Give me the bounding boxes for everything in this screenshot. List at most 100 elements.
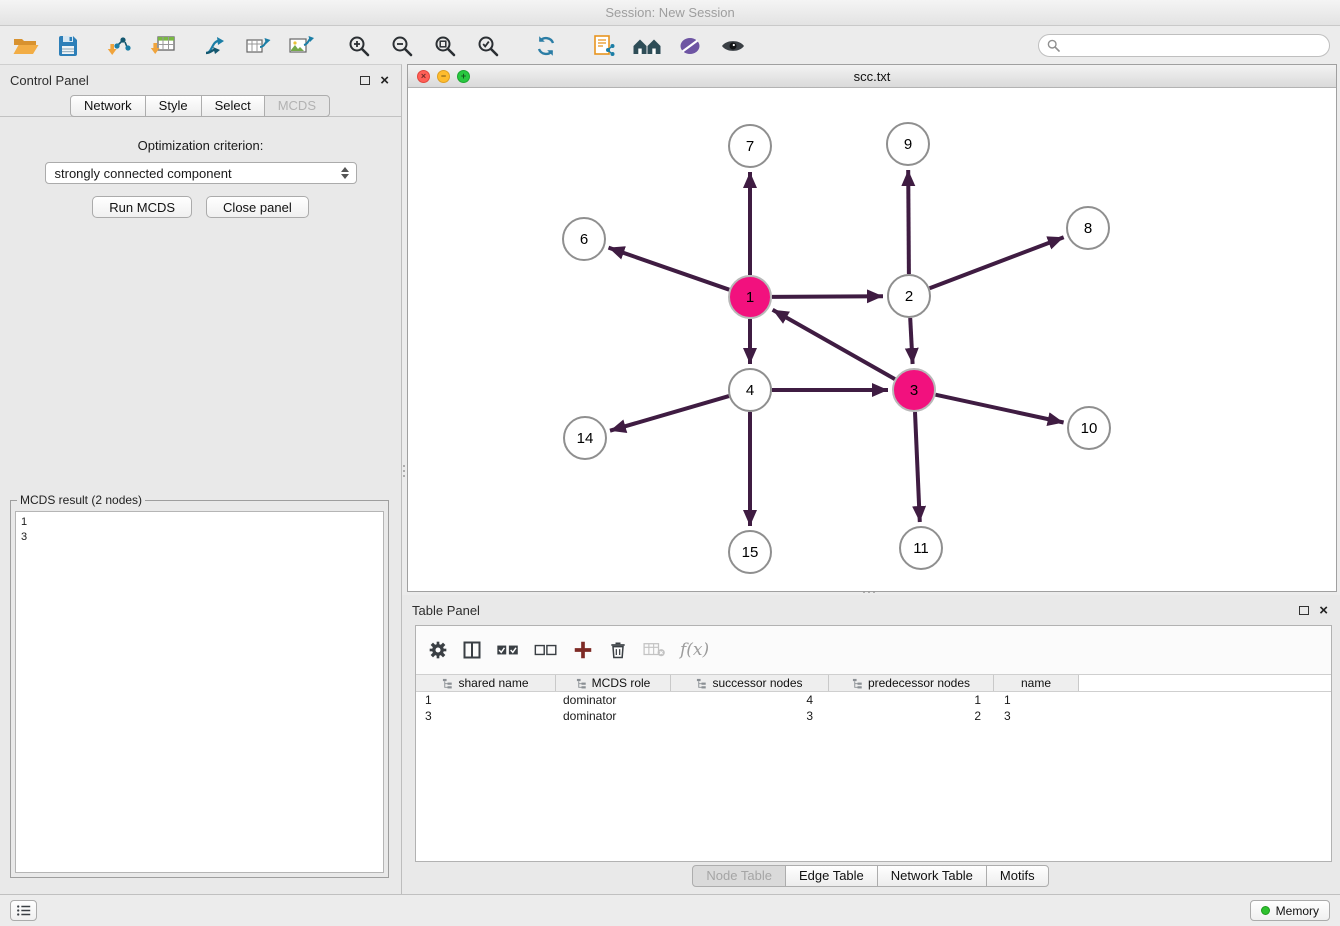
run-mcds-button[interactable]: Run MCDS bbox=[92, 196, 192, 218]
window-minimize-icon[interactable]: − bbox=[437, 70, 450, 83]
control-panel-header: Control Panel × bbox=[0, 65, 401, 95]
close-table-panel-icon[interactable]: × bbox=[1319, 603, 1328, 618]
column-header-name[interactable]: name bbox=[994, 675, 1079, 691]
graph-edge-3-1[interactable] bbox=[773, 310, 895, 379]
network-table-icon bbox=[245, 34, 271, 58]
paint-button[interactable] bbox=[673, 31, 707, 61]
eye-button[interactable] bbox=[716, 31, 750, 61]
graph-node-3[interactable]: 3 bbox=[893, 369, 935, 411]
graph-node-6[interactable]: 6 bbox=[563, 218, 605, 260]
column-header-shared-name[interactable]: shared name bbox=[416, 675, 556, 691]
graph-node-2[interactable]: 2 bbox=[888, 275, 930, 317]
table-row[interactable]: 3 dominator 3 2 3 bbox=[416, 708, 1331, 724]
cell-predecessor-nodes[interactable]: 2 bbox=[829, 709, 994, 723]
global-search[interactable] bbox=[1038, 34, 1330, 57]
refresh-layout-button[interactable] bbox=[529, 31, 563, 61]
graph-node-label: 3 bbox=[910, 382, 918, 399]
mcds-result-line: 3 bbox=[21, 530, 378, 545]
float-panel-icon[interactable] bbox=[360, 76, 370, 85]
table-row[interactable]: 1 dominator 4 1 1 bbox=[416, 692, 1331, 708]
cell-name[interactable]: 1 bbox=[994, 693, 1079, 707]
graph-edge-2-8[interactable] bbox=[930, 237, 1064, 288]
mcds-result-box[interactable]: 1 3 bbox=[15, 511, 384, 873]
close-panel-icon[interactable]: × bbox=[380, 73, 389, 88]
deselect-all-icon bbox=[534, 642, 558, 658]
tab-motifs[interactable]: Motifs bbox=[986, 865, 1049, 887]
column-label: shared name bbox=[458, 676, 528, 690]
graph-edge-1-6[interactable] bbox=[609, 248, 730, 290]
tab-mcds[interactable]: MCDS bbox=[264, 95, 330, 117]
graph-node-7[interactable]: 7 bbox=[729, 125, 771, 167]
tab-network-table[interactable]: Network Table bbox=[877, 865, 987, 887]
close-panel-button[interactable]: Close panel bbox=[206, 196, 309, 218]
deselect-all-columns-button[interactable] bbox=[534, 642, 558, 658]
vertical-splitter[interactable] bbox=[401, 458, 406, 484]
memory-button[interactable]: Memory bbox=[1250, 900, 1330, 921]
float-table-panel-icon[interactable] bbox=[1299, 606, 1309, 615]
zoom-selected-button[interactable] bbox=[471, 31, 505, 61]
column-header-predecessor-nodes[interactable]: predecessor nodes bbox=[829, 675, 994, 691]
cell-shared-name[interactable]: 3 bbox=[416, 709, 556, 723]
home-button[interactable] bbox=[630, 31, 664, 61]
graph-node-10[interactable]: 10 bbox=[1068, 407, 1110, 449]
graph-node-14[interactable]: 14 bbox=[564, 417, 606, 459]
search-input[interactable] bbox=[1065, 39, 1321, 53]
tab-network[interactable]: Network bbox=[70, 95, 146, 117]
function-builder-button[interactable]: f(x) bbox=[680, 640, 709, 660]
network-canvas[interactable]: 7 9 6 8 1 2 4 3 14 10 15 11 bbox=[408, 88, 1336, 591]
tab-select[interactable]: Select bbox=[201, 95, 265, 117]
save-floppy-icon bbox=[56, 34, 80, 58]
graph-edge-3-10[interactable] bbox=[936, 395, 1064, 423]
cell-mcds-role[interactable]: dominator bbox=[556, 693, 671, 707]
cell-name[interactable]: 3 bbox=[994, 709, 1079, 723]
zoom-in-button[interactable] bbox=[342, 31, 376, 61]
tab-edge-table[interactable]: Edge Table bbox=[785, 865, 878, 887]
column-header-successor-nodes[interactable]: successor nodes bbox=[671, 675, 829, 691]
window-close-icon[interactable]: × bbox=[417, 70, 430, 83]
delete-table-button[interactable] bbox=[642, 641, 666, 659]
zoom-out-button[interactable] bbox=[385, 31, 419, 61]
attribute-icon bbox=[576, 678, 587, 689]
mcds-result-title: MCDS result (2 nodes) bbox=[17, 493, 145, 507]
table-settings-button[interactable] bbox=[428, 640, 448, 660]
show-columns-button[interactable] bbox=[462, 640, 482, 660]
task-history-button[interactable] bbox=[10, 900, 37, 921]
network-share-button[interactable] bbox=[198, 31, 232, 61]
graph-edge-2-9[interactable] bbox=[908, 170, 909, 274]
graph-node-15[interactable]: 15 bbox=[729, 531, 771, 573]
graph-edge-1-2[interactable] bbox=[772, 296, 883, 297]
network-window: × − + scc.txt 7968124314101511 bbox=[407, 64, 1337, 592]
save-session-button[interactable] bbox=[51, 31, 85, 61]
select-all-columns-button[interactable] bbox=[496, 642, 520, 658]
graph-node-9[interactable]: 9 bbox=[887, 123, 929, 165]
cell-successor-nodes[interactable]: 3 bbox=[671, 709, 829, 723]
attribute-icon bbox=[696, 678, 707, 689]
cell-mcds-role[interactable]: dominator bbox=[556, 709, 671, 723]
add-column-button[interactable] bbox=[572, 639, 594, 661]
image-export-button[interactable] bbox=[284, 31, 318, 61]
tab-style[interactable]: Style bbox=[145, 95, 202, 117]
doc-share-button[interactable] bbox=[587, 31, 621, 61]
graph-node-4[interactable]: 4 bbox=[729, 369, 771, 411]
graph-edge-2-3[interactable] bbox=[910, 318, 912, 364]
cell-predecessor-nodes[interactable]: 1 bbox=[829, 693, 994, 707]
column-header-mcds-role[interactable]: MCDS role bbox=[556, 675, 671, 691]
cell-successor-nodes[interactable]: 4 bbox=[671, 693, 829, 707]
criterion-dropdown[interactable]: strongly connected component bbox=[45, 162, 357, 184]
tab-node-table[interactable]: Node Table bbox=[692, 865, 786, 887]
import-table-button[interactable] bbox=[146, 31, 180, 61]
paint-icon bbox=[678, 34, 702, 58]
cell-shared-name[interactable]: 1 bbox=[416, 693, 556, 707]
graph-node-8[interactable]: 8 bbox=[1067, 207, 1109, 249]
graph-node-1[interactable]: 1 bbox=[729, 276, 771, 318]
network-table-button[interactable] bbox=[241, 31, 275, 61]
graph-edge-4-14[interactable] bbox=[610, 396, 729, 431]
window-zoom-icon[interactable]: + bbox=[457, 70, 470, 83]
graph-edge-3-11[interactable] bbox=[915, 412, 920, 522]
open-session-button[interactable] bbox=[8, 31, 42, 61]
delete-column-button[interactable] bbox=[608, 640, 628, 660]
zoom-fit-button[interactable] bbox=[428, 31, 462, 61]
import-network-button[interactable] bbox=[103, 31, 137, 61]
horizontal-splitter[interactable] bbox=[856, 589, 882, 594]
graph-node-11[interactable]: 11 bbox=[900, 527, 942, 569]
